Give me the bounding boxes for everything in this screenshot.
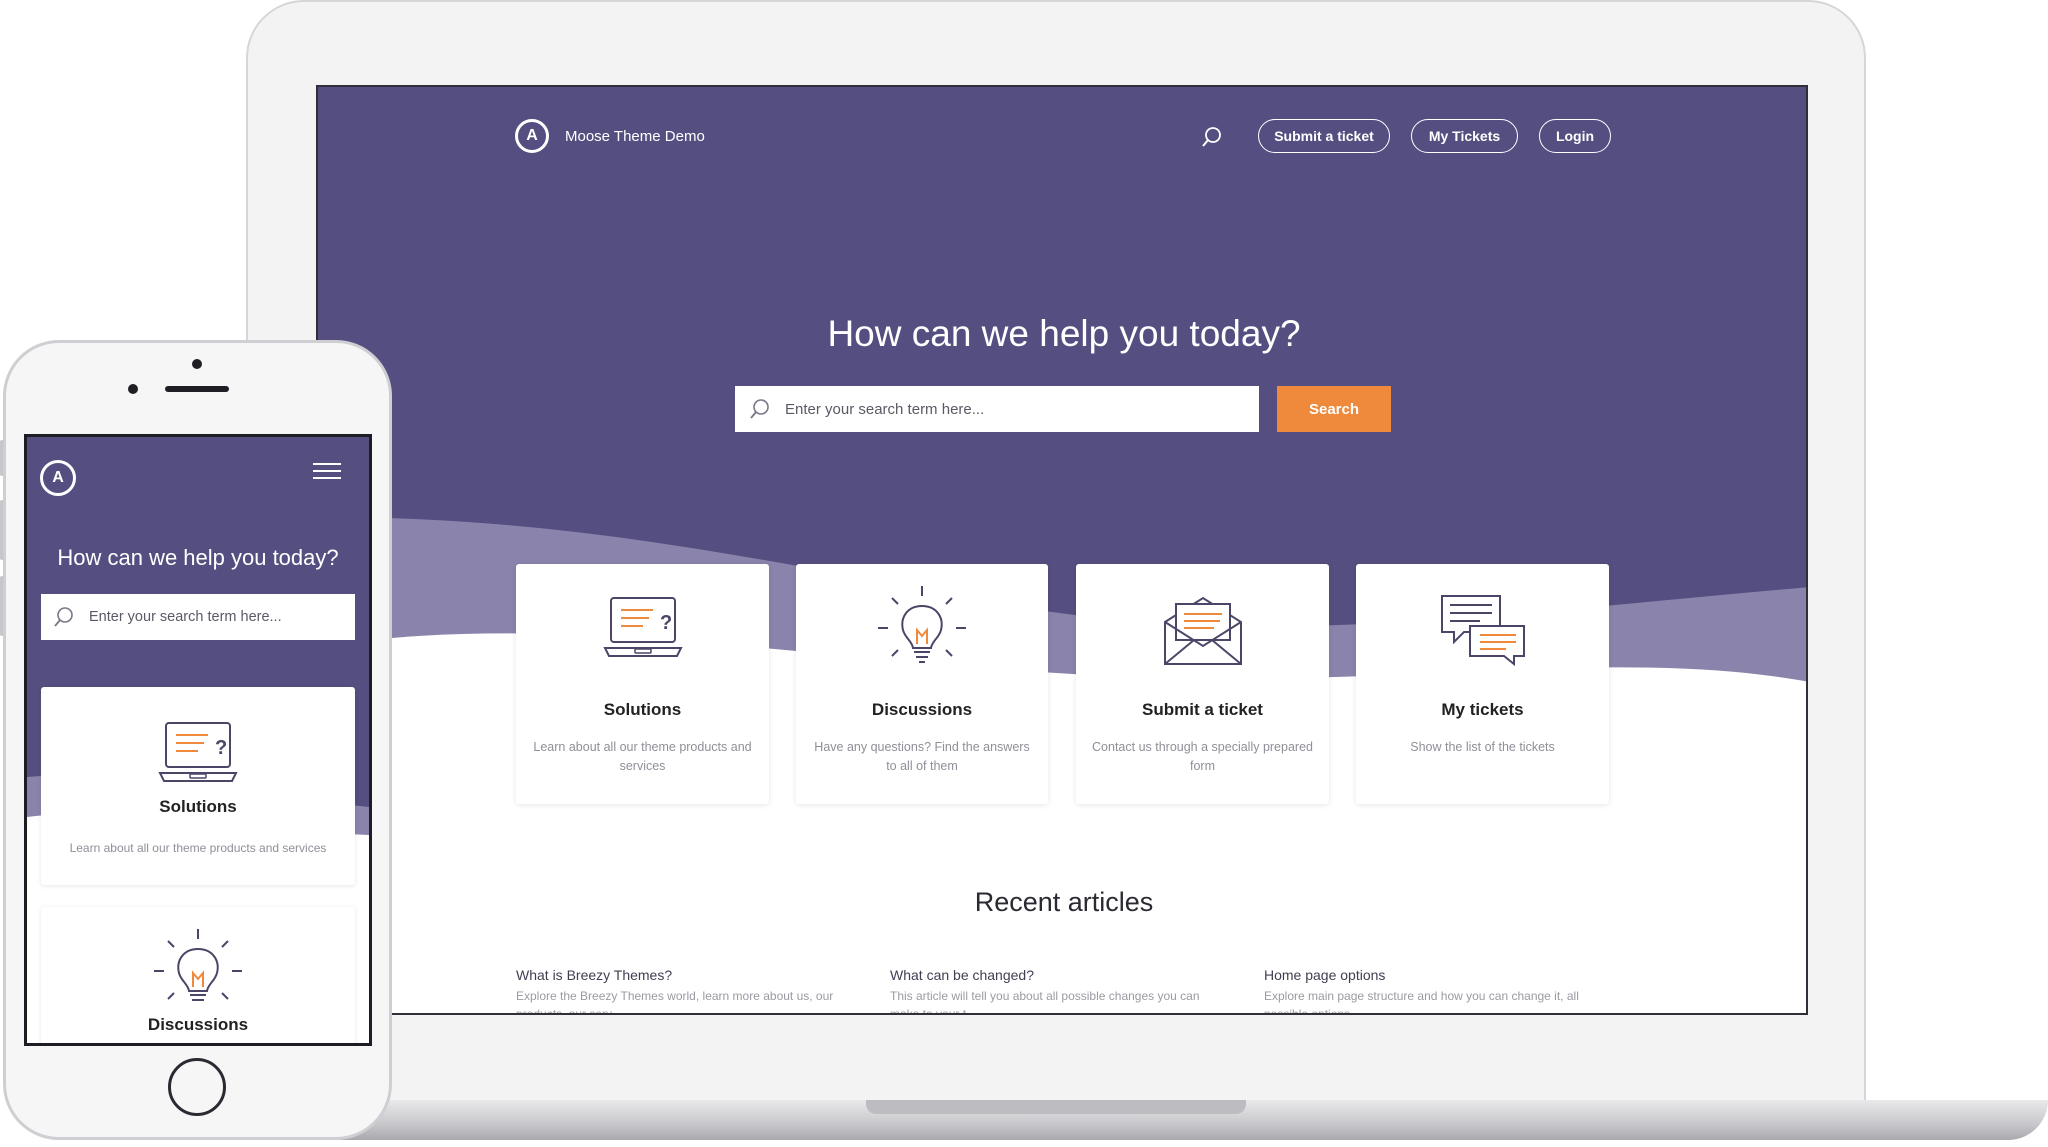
login-button[interactable]: Login	[1539, 119, 1611, 153]
card-title: Discussions	[871, 700, 973, 719]
article-item[interactable]: What is Breezy Themes? Explore the Breez…	[516, 967, 856, 1015]
brand-logo[interactable]: A	[515, 119, 549, 153]
mobile-card-description: Learn about all our theme products and s…	[69, 841, 327, 855]
article-item[interactable]: What can be changed? This article will t…	[890, 967, 1230, 1015]
card-my-tickets[interactable]: My tickets Show the list of the tickets	[1356, 564, 1609, 804]
article-description: Explore the Breezy Themes world, learn m…	[516, 989, 834, 1015]
hero-wave	[318, 517, 1806, 1013]
my-tickets-button[interactable]: My Tickets	[1411, 119, 1518, 153]
search-placeholder: Enter your search term here...	[785, 400, 985, 418]
desktop-screen: A Moose Theme Demo Submit a ticket My Ti…	[316, 85, 1808, 1015]
mobile-search-placeholder: Enter your search term here...	[89, 609, 282, 625]
phone-sensor	[192, 359, 202, 369]
card-title: Submit a ticket	[1142, 700, 1263, 719]
mobile-search-input[interactable]: Enter your search term here...	[41, 594, 355, 640]
article-description: Explore main page structure and how you …	[1264, 989, 1579, 1015]
card-description: Contact us through a specially prepared …	[1092, 740, 1313, 773]
card-title: My tickets	[1441, 700, 1524, 719]
mobile-logo[interactable]: A	[40, 460, 76, 496]
lightbulb-icon	[154, 929, 242, 1001]
search-button[interactable]: Search	[1277, 386, 1391, 432]
chat-bubbles-icon	[1441, 595, 1525, 667]
submit-ticket-button[interactable]: Submit a ticket	[1258, 119, 1390, 153]
card-solutions[interactable]: ? Solutions Learn about all our theme pr…	[516, 564, 769, 804]
recent-articles-title: Recent articles	[974, 887, 1154, 917]
mobile-card-solutions[interactable]: ? Solutions Learn about all our theme pr…	[41, 687, 355, 885]
laptop-question-icon: ?	[158, 722, 238, 782]
article-item[interactable]: Home page options Explore main page stru…	[1264, 967, 1604, 1015]
card-submit-ticket[interactable]: Submit a ticket Contact us through a spe…	[1076, 564, 1329, 804]
card-description: Show the list of the tickets	[1410, 740, 1555, 754]
mobile-hero-title: How can we help you today?	[57, 545, 339, 570]
hamburger-menu-icon[interactable]	[312, 461, 342, 483]
phone-speaker	[165, 386, 229, 392]
hero-title: How can we help you today?	[827, 313, 1301, 354]
article-title[interactable]: Home page options	[1264, 967, 1604, 983]
card-title: Solutions	[603, 700, 682, 719]
article-title[interactable]: What is Breezy Themes?	[516, 967, 856, 983]
phone-camera	[128, 384, 138, 394]
mobile-screen: A How can we help you today? Enter your …	[24, 434, 372, 1046]
brand-logo-letter: A	[526, 127, 538, 144]
svg-text:?: ?	[660, 612, 672, 634]
search-field-icon	[750, 399, 769, 419]
laptop-notch	[866, 1100, 1246, 1114]
search-field-icon	[54, 607, 73, 627]
article-title[interactable]: What can be changed?	[890, 967, 1230, 983]
card-description: Learn about all our theme products and s…	[533, 740, 752, 773]
search-input[interactable]: Enter your search term here...	[735, 386, 1259, 432]
envelope-icon	[1164, 596, 1242, 665]
svg-text:?: ?	[215, 737, 227, 759]
search-icon[interactable]	[1200, 125, 1224, 149]
card-description: Have any questions? Find the answers to …	[814, 740, 1030, 773]
article-description: This article will tell you about all pos…	[890, 989, 1200, 1015]
lightbulb-icon	[878, 586, 966, 663]
mobile-logo-letter: A	[52, 469, 64, 486]
laptop-question-icon: ?	[603, 597, 683, 657]
brand-name[interactable]: Moose Theme Demo	[565, 128, 705, 145]
card-discussions[interactable]: Discussions Have any questions? Find the…	[796, 564, 1048, 804]
phone-home-button[interactable]	[168, 1058, 226, 1116]
mobile-card-title: Solutions	[159, 797, 237, 816]
mobile-card-title: Discussions	[147, 1015, 249, 1034]
mobile-card-discussions[interactable]: Discussions	[41, 907, 355, 1043]
